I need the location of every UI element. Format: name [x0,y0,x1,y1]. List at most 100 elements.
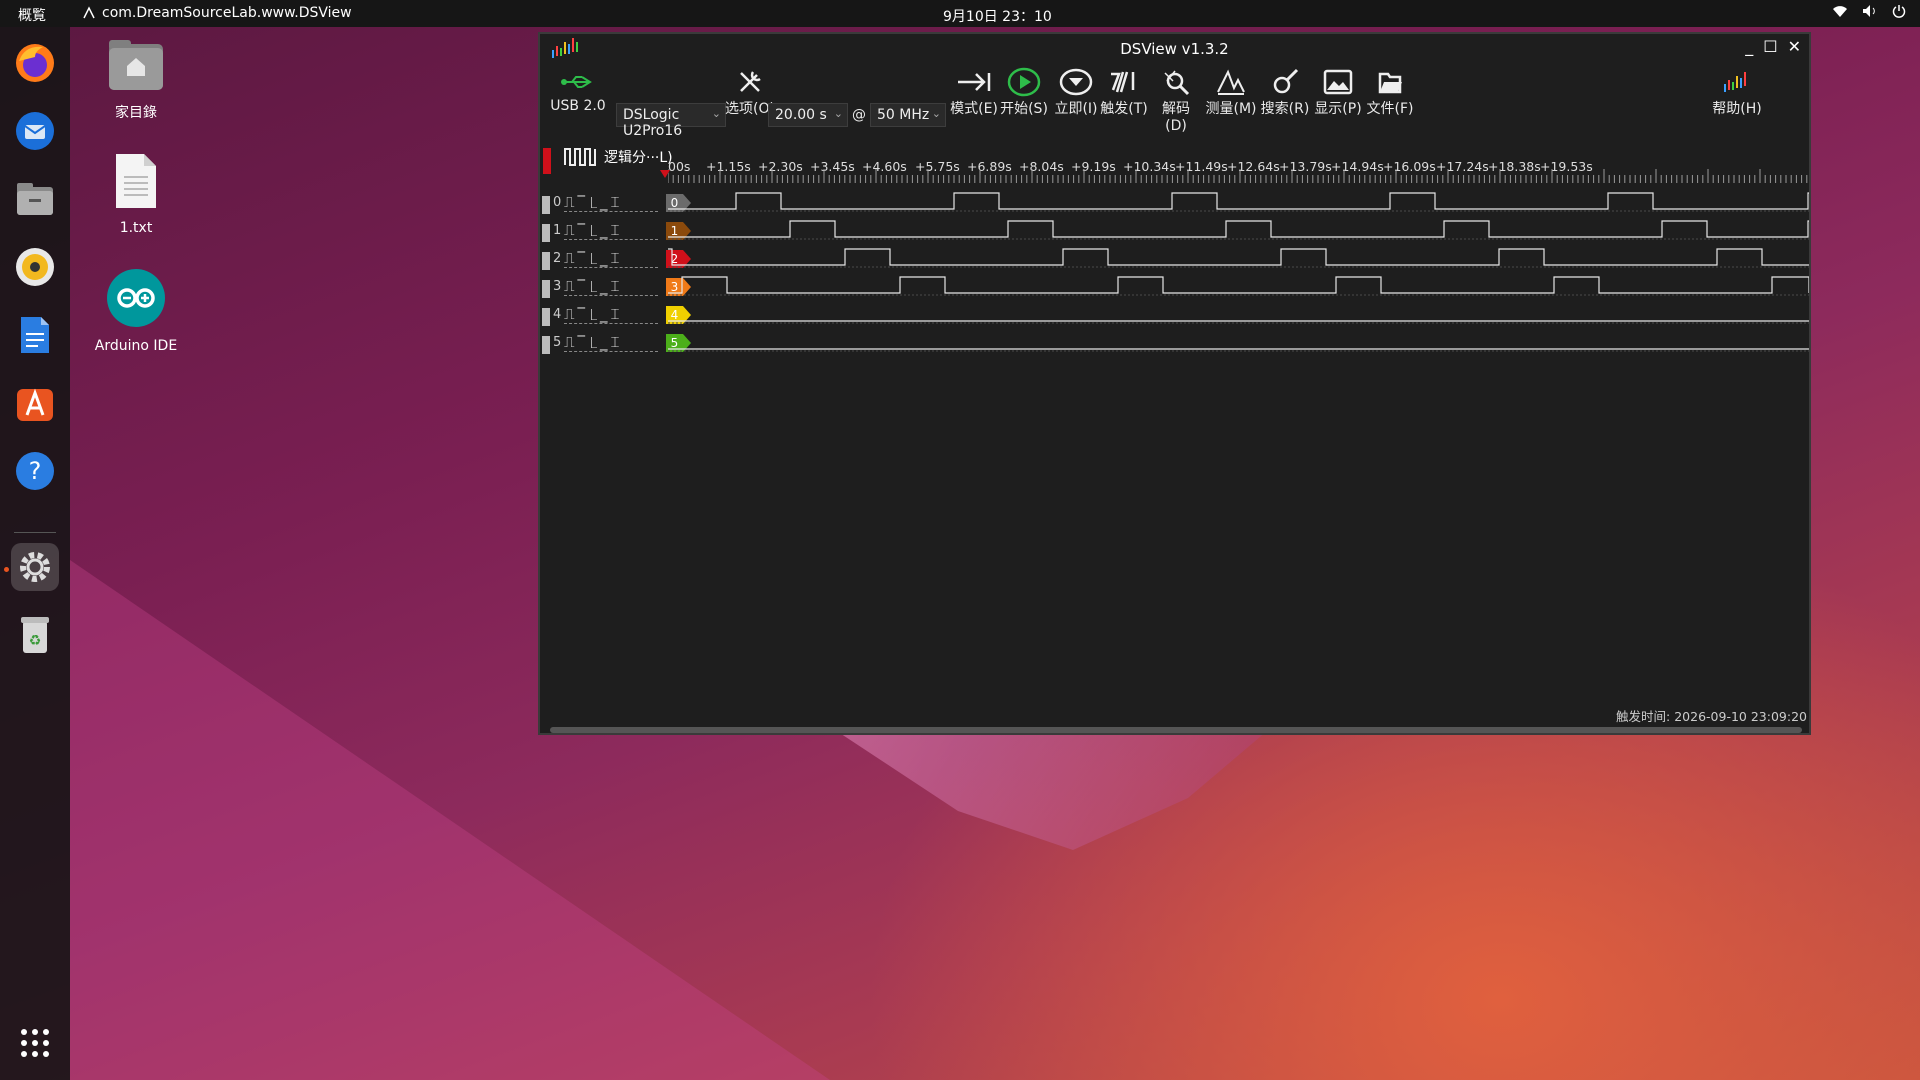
tools-icon [718,66,782,98]
channel-handle[interactable] [542,224,550,242]
window-title: DSView v1.3.2 [1120,40,1229,58]
writer-icon[interactable] [11,311,59,359]
usb-label: USB 2.0 [550,98,606,114]
ruler-ticks [668,169,1808,183]
channel-number: 3 [553,279,562,294]
trigger-marker-icon [660,170,670,178]
start-button[interactable]: 开始(S) [1000,66,1048,118]
search-button[interactable]: 搜索(R) [1258,66,1312,118]
channel-number: 1 [553,223,562,238]
system-tray[interactable] [1832,4,1906,22]
display-button[interactable]: 显示(P) [1312,66,1364,118]
power-icon[interactable] [1892,4,1906,22]
desktop-text-file[interactable]: 1.txt [76,152,196,236]
help-icon[interactable]: ? [11,447,59,495]
channel-handle[interactable] [542,336,550,354]
channel-trigger-options[interactable]: ⎍‾⎿_⌶ [564,249,658,268]
channel-trigger-options[interactable]: ⎍‾⎿_⌶ [564,277,658,296]
desktop-icon-label: Arduino IDE [94,338,178,354]
channel-trigger-options[interactable]: ⎍‾⎿_⌶ [564,193,658,212]
running-indicator [4,567,9,572]
help-button[interactable]: 帮助(H) [1710,66,1764,118]
mode-button[interactable]: 模式(E) [950,66,998,118]
trigger-time: 触发时间: 2026-09-10 23:09:20 [1616,709,1807,724]
settings-icon[interactable] [11,543,59,591]
channel-number: 4 [553,307,562,322]
start-label: 开始(S) [1000,101,1048,117]
decode-label: 解码(D) [1162,101,1190,134]
file-label: 文件(F) [1366,101,1414,117]
dock: ? ♻ [0,27,70,1080]
channel-waveform [668,192,1809,210]
display-image-icon [1312,66,1364,98]
channel-trigger-options[interactable]: ⎍‾⎿_⌶ [564,305,658,324]
files-icon[interactable] [11,175,59,223]
activities-button[interactable]: 概覧 [18,5,46,25]
help-label: 帮助(H) [1712,101,1762,117]
wifi-icon[interactable] [1832,4,1848,22]
close-button[interactable]: ✕ [1788,37,1801,56]
svg-text:?: ? [29,457,42,485]
duration-value: 20.00 s [775,107,827,123]
rate-select[interactable]: 50 MHz ⌄ [870,103,946,127]
instant-capture-icon [1052,66,1100,98]
display-label: 显示(P) [1314,101,1362,117]
channel-waveform [668,276,1809,294]
mode-label: 模式(E) [950,101,998,117]
trigger-button[interactable]: 触发(T) [1100,66,1148,118]
waveform-area[interactable] [668,189,1809,369]
text-file-icon [76,152,196,214]
channel-trigger-options[interactable]: ⎍‾⎿_⌶ [564,221,658,240]
firefox-icon[interactable] [11,39,59,87]
channel-trigger-options[interactable]: ⎍‾⎿_⌶ [564,333,658,352]
channel-handle[interactable] [542,280,550,298]
arrow-to-bar-icon [950,66,998,98]
dock-separator [14,532,56,533]
desktop-icon-label: 1.txt [119,220,153,236]
horizontal-scrollbar[interactable] [550,727,1802,733]
instant-label: 立即(I) [1054,101,1098,117]
at-label: @ [852,107,866,123]
arduino-icon [76,268,196,332]
app-center-icon[interactable] [11,379,59,427]
instant-button[interactable]: 立即(I) [1052,66,1100,118]
measure-button[interactable]: 测量(M) [1204,66,1258,118]
search-icon [1258,66,1312,98]
thunderbird-icon[interactable] [11,107,59,155]
rhythmbox-icon[interactable] [11,243,59,291]
wallpaper-shape [820,720,1280,850]
usb-icon [548,66,608,98]
decode-icon [1152,66,1200,98]
chevron-down-icon: ⌄ [833,107,843,120]
decode-button[interactable]: 解码(D) [1152,66,1200,134]
trash-icon[interactable]: ♻ [11,611,59,659]
clock[interactable]: 9月10日 23：10 [943,6,1052,26]
desktop-arduino-ide[interactable]: Arduino IDE [76,268,196,354]
measure-label: 测量(M) [1205,101,1257,117]
usb-status: USB 2.0 [548,66,608,114]
desktop-icon-label: 家目錄 [115,105,157,121]
channel-waveform [668,248,1809,266]
channel-handle[interactable] [542,252,550,270]
channel-handle[interactable] [542,196,550,214]
duration-select[interactable]: 20.00 s ⌄ [768,103,848,127]
help-logo-icon [1710,66,1764,98]
device-value: DSLogic U2Pro16 [623,107,683,139]
channel-number: 2 [553,251,562,266]
play-icon [1000,66,1048,98]
device-select[interactable]: DSLogic U2Pro16 ⌄ [616,103,726,139]
apps-grid-icon[interactable] [11,1019,59,1067]
channel-number: 5 [553,335,562,350]
channel-handle[interactable] [542,308,550,326]
trigger-label: 触发(T) [1100,101,1148,117]
app-indicator-icon [83,6,95,19]
volume-icon[interactable] [1862,4,1878,22]
file-button[interactable]: 文件(F) [1364,66,1416,118]
title-bar[interactable]: DSView v1.3.2 _ ☐ ✕ [540,34,1809,62]
minimize-button[interactable]: _ [1745,37,1753,56]
app-menu[interactable]: com.DreamSourceLab.www.DSView [82,5,352,21]
chevron-down-icon: ⌄ [931,107,941,120]
maximize-button[interactable]: ☐ [1763,37,1777,56]
desktop-home-folder[interactable]: 家目錄 [76,38,196,122]
channel-waveform [668,220,1809,238]
